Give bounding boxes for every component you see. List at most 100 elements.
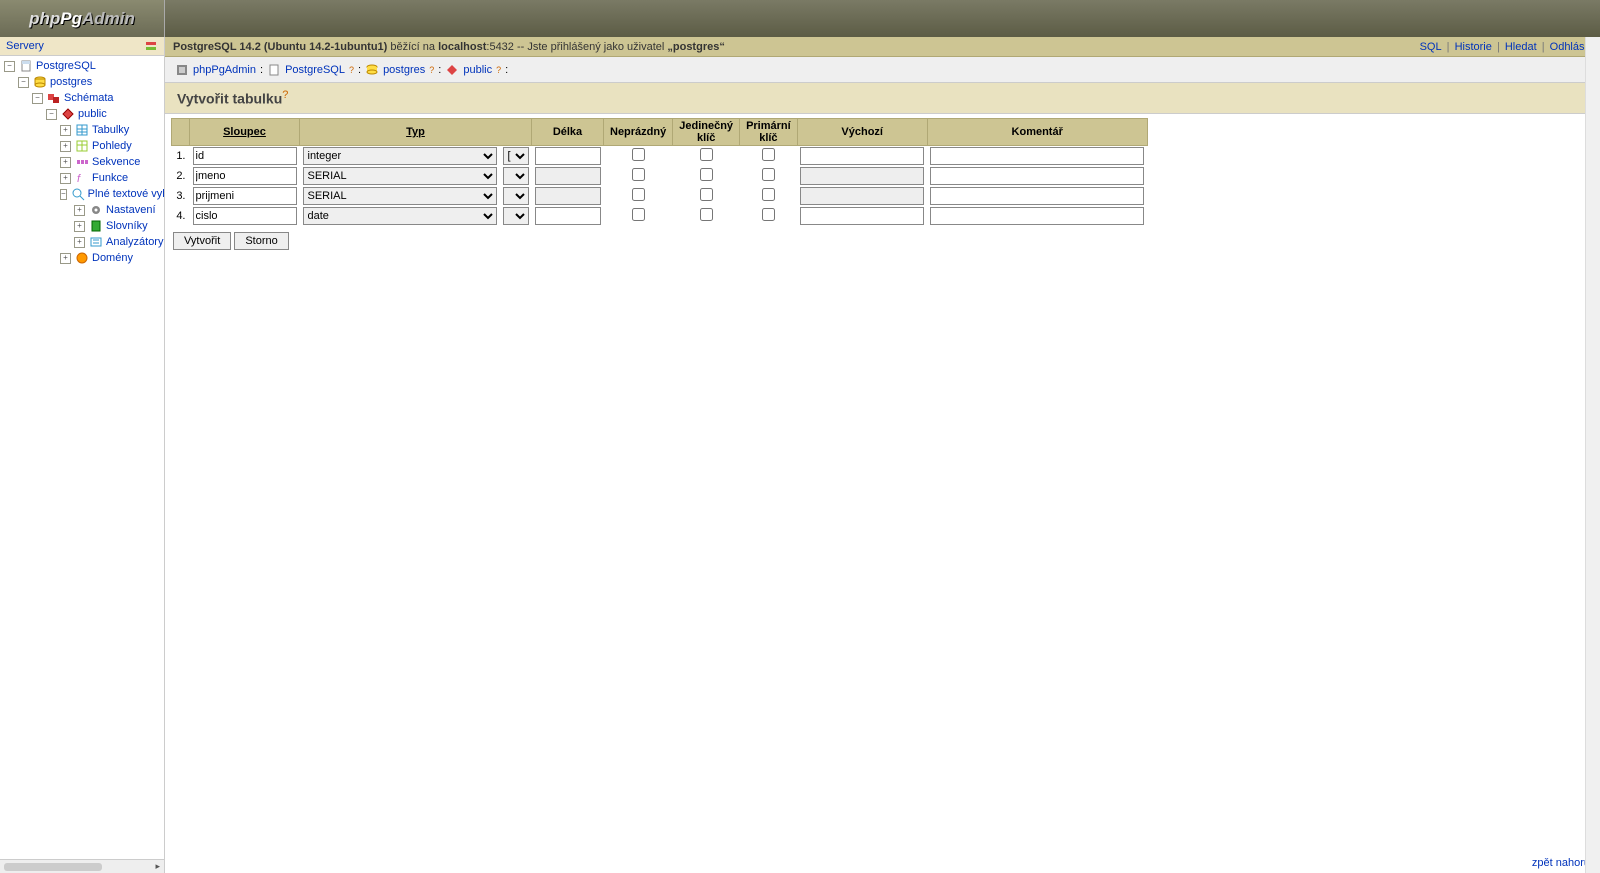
table-row: 2. integerSERIALdatetextvarcharboolean [ ] [172,166,1148,186]
collapse-icon[interactable]: − [4,61,15,72]
expand-icon[interactable]: + [74,237,85,248]
column-primary-checkbox[interactable] [762,148,775,161]
column-primary-checkbox[interactable] [762,168,775,181]
column-comment-input[interactable] [930,167,1144,185]
column-notnull-checkbox[interactable] [632,148,645,161]
crumb-db[interactable]: postgres [383,64,425,76]
column-array-select[interactable]: [ ] [503,147,529,165]
header-default: Výchozí [797,118,927,145]
column-unique-checkbox[interactable] [700,188,713,201]
header-unique: Jedinečný klíč [673,118,740,145]
views-icon [75,139,89,153]
schema-icon [445,63,459,77]
column-comment-input[interactable] [930,207,1144,225]
tree-node-domeny[interactable]: + Domény [4,250,164,266]
column-notnull-checkbox[interactable] [632,168,645,181]
table-row: 1.integerSERIALdatetextvarcharboolean[ ] [172,145,1148,166]
phppgadmin-icon [175,63,189,77]
column-array-select[interactable]: [ ] [503,187,529,205]
column-default-input[interactable] [800,207,924,225]
help-icon[interactable]: ? [282,89,288,101]
logo-bar: phpPgAdmin [0,0,1600,37]
column-unique-checkbox[interactable] [700,208,713,221]
column-unique-checkbox[interactable] [700,168,713,181]
scroll-right-icon[interactable]: ▸ [155,861,160,872]
tree-node-sekvence[interactable]: + Sekvence [4,154,164,170]
help-icon[interactable]: ? [349,65,354,75]
header-primary: Primární klíč [740,118,798,145]
column-type-select[interactable]: integerSERIALdatetextvarcharboolean [303,147,497,165]
cancel-button[interactable]: Storno [234,232,288,250]
expand-icon[interactable]: + [60,157,71,168]
column-comment-input[interactable] [930,187,1144,205]
column-length-input [535,187,601,205]
header-column[interactable]: Sloupec [190,118,300,145]
expand-icon[interactable]: + [60,141,71,152]
sql-link[interactable]: SQL [1418,41,1444,53]
logout-link[interactable]: Odhlásit [1548,41,1592,53]
column-notnull-checkbox[interactable] [632,188,645,201]
find-link[interactable]: Hledat [1503,41,1539,53]
column-notnull-checkbox[interactable] [632,208,645,221]
column-type-select[interactable]: integerSERIALdatetextvarcharboolean [303,167,497,185]
scrollbar-thumb[interactable] [4,863,102,871]
collapse-icon[interactable]: − [32,93,43,104]
crumb-schema[interactable]: public [463,64,492,76]
column-array-select[interactable]: [ ] [503,167,529,185]
column-comment-input[interactable] [930,147,1144,165]
collapse-icon[interactable]: − [18,77,29,88]
servers-link[interactable]: Servery [6,40,44,52]
sidebar-horizontal-scrollbar[interactable]: ▸ [0,859,164,873]
column-length-input[interactable] [535,147,601,165]
table-row: 4.integerSERIALdatetextvarcharboolean[ ] [172,206,1148,226]
column-name-input[interactable] [193,167,297,185]
tree-node-schemata[interactable]: − Schémata [4,90,164,106]
column-name-input[interactable] [193,147,297,165]
crumb-root[interactable]: phpPgAdmin [193,64,256,76]
tree-node-public[interactable]: − public [4,106,164,122]
expand-icon[interactable]: + [60,253,71,264]
tree-node-fts[interactable]: − Plné textové vyhledávání [4,186,164,202]
column-name-input[interactable] [193,187,297,205]
content: PostgreSQL 14.2 (Ubuntu 14.2-1ubuntu1) b… [165,37,1600,873]
expand-icon[interactable]: + [60,125,71,136]
column-default-input[interactable] [800,147,924,165]
tree-node-nastaveni[interactable]: + Nastavení [4,202,164,218]
expand-icon[interactable]: + [60,173,71,184]
tree-node-analyzatory[interactable]: + Analyzátory [4,234,164,250]
expand-icon[interactable]: + [74,205,85,216]
history-link[interactable]: Historie [1453,41,1494,53]
column-primary-checkbox[interactable] [762,188,775,201]
collapse-icon[interactable]: − [46,109,57,120]
tree-node-funkce[interactable]: + f Funkce [4,170,164,186]
collapse-icon[interactable]: − [60,189,67,200]
header-type[interactable]: Typ [300,118,532,145]
crumb-server[interactable]: PostgreSQL [285,64,345,76]
back-to-top[interactable]: zpět nahoru [1532,857,1590,869]
header-comment: Komentář [927,118,1147,145]
sequences-icon [75,155,89,169]
column-type-select[interactable]: integerSERIALdatetextvarcharboolean [303,207,497,225]
header-notnull: Neprázdný [604,118,673,145]
column-primary-checkbox[interactable] [762,208,775,221]
expand-icon[interactable]: + [74,221,85,232]
column-unique-checkbox[interactable] [700,148,713,161]
svg-text:f: f [77,173,81,185]
row-number: 2. [172,166,190,186]
column-name-input[interactable] [193,207,297,225]
topbar-links: SQL | Historie | Hledat | Odhlásit [1418,41,1592,53]
tree-node-postgresql[interactable]: − PostgreSQL [4,58,164,74]
logo[interactable]: phpPgAdmin [0,0,165,37]
column-array-select[interactable]: [ ] [503,207,529,225]
column-length-input[interactable] [535,207,601,225]
tree-node-pohledy[interactable]: + Pohledy [4,138,164,154]
help-icon[interactable]: ? [496,65,501,75]
create-button[interactable]: Vytvořit [173,232,231,250]
tree-node-postgres[interactable]: − postgres [4,74,164,90]
column-type-select[interactable]: integerSERIALdatetextvarcharboolean [303,187,497,205]
columns-table: Sloupec Typ Délka Neprázdný Jedinečný kl… [171,118,1148,226]
tree-node-slovniky[interactable]: + Slovníky [4,218,164,234]
tree-node-tabulky[interactable]: + Tabulky [4,122,164,138]
servers-icon [144,39,158,53]
help-icon[interactable]: ? [429,65,434,75]
